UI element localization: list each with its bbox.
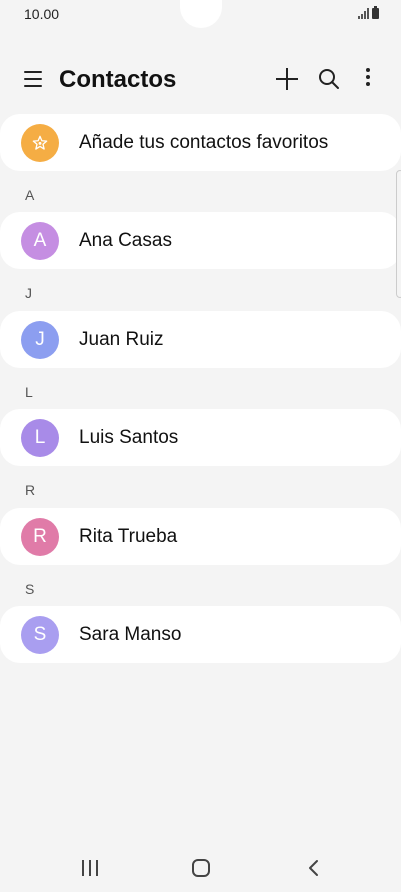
navigation-bar [0,848,401,892]
contact-avatar: L [21,419,59,457]
page-title: Contactos [59,66,177,93]
back-icon[interactable] [306,859,322,877]
contact-avatar: J [21,321,59,359]
signal-icon [358,8,369,19]
scrollbar-handle[interactable] [396,170,401,298]
section-header-a: A [25,187,35,203]
contact-avatar: R [21,518,59,556]
more-icon[interactable] [358,68,378,90]
contact-item-juan-ruiz[interactable]: J Juan Ruiz [0,311,401,368]
camera-notch [180,0,222,28]
contact-item-rita-trueba[interactable]: R Rita Trueba [0,508,401,565]
section-header-r: R [25,482,36,498]
contact-item-ana-casas[interactable]: A Ana Casas [0,212,401,269]
contact-item-sara-manso[interactable]: S Sara Manso [0,606,401,663]
search-icon[interactable] [318,68,340,90]
add-icon[interactable] [276,68,298,90]
status-time: 10.00 [24,6,60,22]
contact-name: Sara Manso [79,624,182,645]
contact-name: Luis Santos [79,427,179,448]
add-favorites-button[interactable]: Añade tus contactos favoritos [0,114,401,171]
status-icons [358,6,379,19]
contact-name: Ana Casas [79,230,172,251]
app-bar: Contactos [0,56,401,104]
menu-icon[interactable] [24,71,42,87]
section-header-l: L [25,384,33,400]
status-bar: 10.00 [0,0,401,30]
recent-apps-icon[interactable] [82,860,98,876]
contact-avatar: A [21,222,59,260]
contact-avatar: S [21,616,59,654]
star-icon [32,135,48,156]
contact-item-luis-santos[interactable]: L Luis Santos [0,409,401,466]
section-header-s: S [25,581,35,597]
contact-name: Rita Trueba [79,526,178,547]
section-header-j: J [25,285,32,301]
contacts-screen: 10.00 Contactos Añade tus contactos favo… [0,0,401,892]
favorites-avatar [21,124,59,162]
battery-icon [372,6,379,19]
favorites-label: Añade tus contactos favoritos [79,132,329,153]
home-icon[interactable] [192,859,210,877]
contact-name: Juan Ruiz [79,329,164,350]
